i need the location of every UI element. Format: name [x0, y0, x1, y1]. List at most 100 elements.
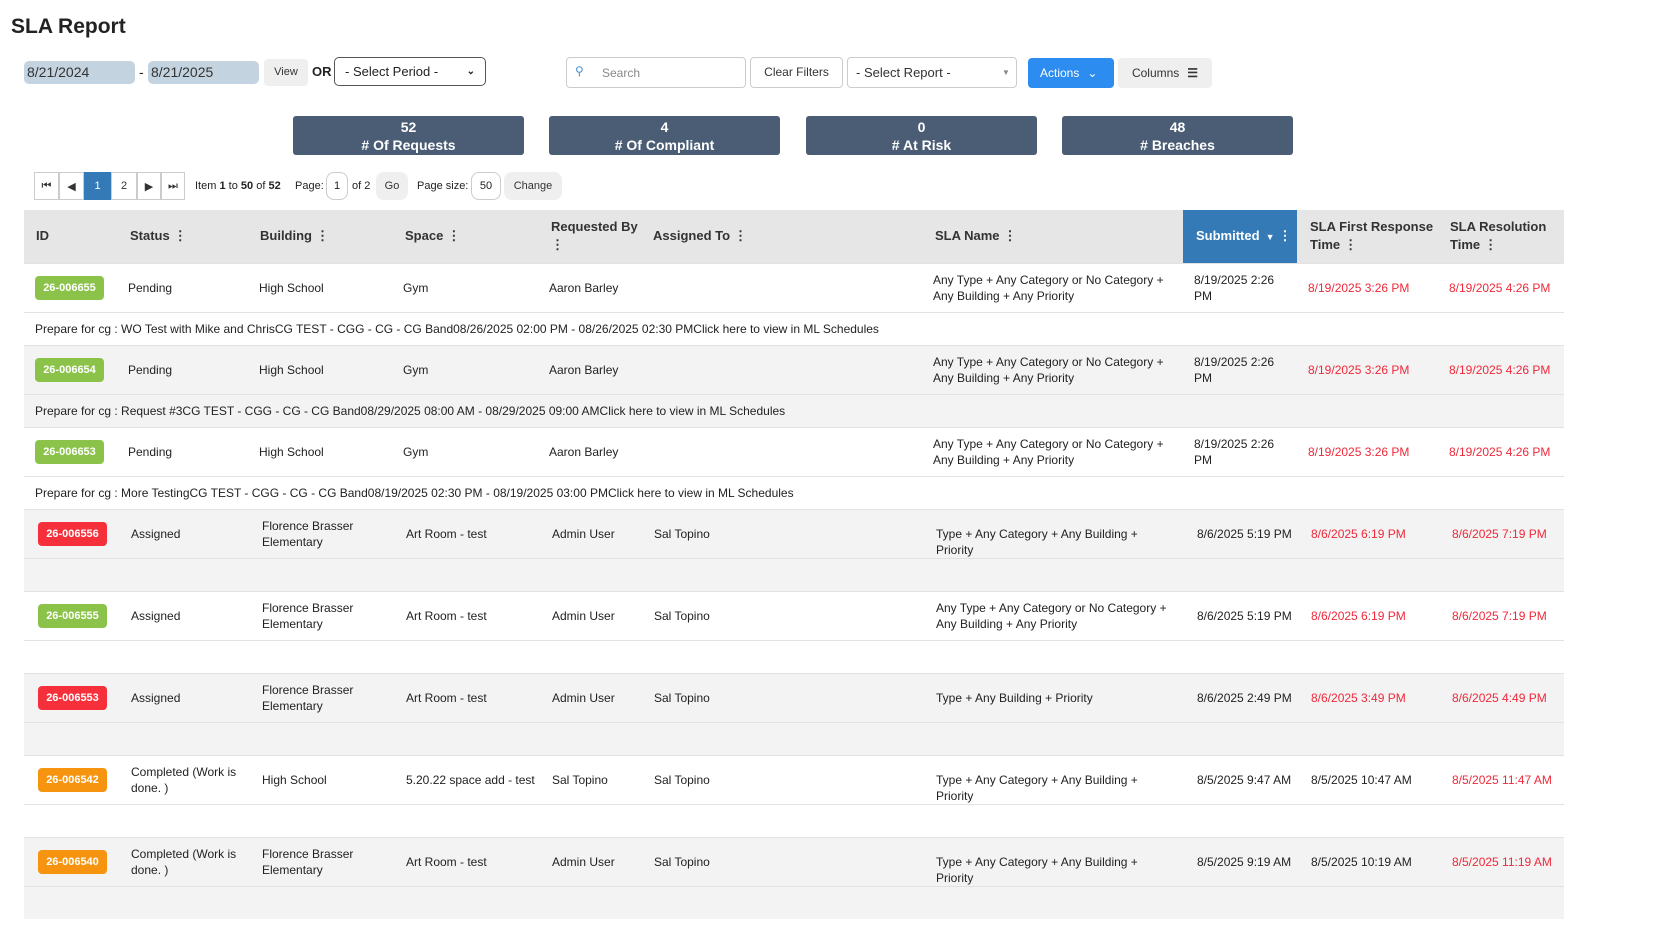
page-count: of 2: [352, 180, 370, 192]
requested-by-cell: Admin User: [552, 854, 615, 870]
period-select[interactable]: - Select Period -⌄: [334, 57, 486, 86]
first-response-cell: 8/19/2025 3:26 PM: [1308, 280, 1409, 296]
search-input[interactable]: ⚲ Search: [566, 57, 746, 88]
status-cell: Completed (Work is done. ): [131, 764, 241, 796]
date-from-input[interactable]: 8/21/2024: [24, 61, 135, 84]
request-id-badge[interactable]: 26-006542: [38, 768, 107, 792]
page-size-input[interactable]: 50: [471, 172, 501, 200]
stat-label: # Breaches: [1062, 136, 1293, 154]
submitted-cell: 8/6/2025 5:19 PM: [1197, 608, 1307, 624]
resolution-cell: 8/6/2025 7:19 PM: [1452, 608, 1547, 624]
table-row[interactable]: 26-006555 Assigned Florence Brasser Elem…: [24, 591, 1564, 673]
stat-value: 4: [549, 118, 780, 136]
building-cell: High School: [259, 444, 369, 460]
col-first-response[interactable]: SLA First Response Time⋮: [1310, 218, 1440, 254]
col-id[interactable]: ID: [36, 227, 49, 245]
assigned-to-cell: Sal Topino: [654, 772, 710, 788]
stat-card: 0# At Risk: [806, 116, 1037, 155]
status-cell: Assigned: [131, 608, 241, 624]
col-sla-name[interactable]: SLA Name⋮: [935, 227, 1017, 245]
space-cell: Gym: [403, 362, 428, 378]
page-input[interactable]: 1: [326, 172, 348, 200]
period-select-value: - Select Period -: [345, 64, 438, 79]
building-cell: Florence Brasser Elementary: [262, 518, 372, 550]
first-response-cell: 8/19/2025 3:26 PM: [1308, 362, 1409, 378]
schedule-note[interactable]: Prepare for cg : WO Test with Mike and C…: [35, 321, 879, 337]
resolution-cell: 8/6/2025 7:19 PM: [1452, 526, 1547, 542]
first-page-button[interactable]: ⏮: [34, 172, 59, 200]
last-page-button[interactable]: ⏭: [161, 172, 185, 200]
submitted-cell: 8/19/2025 2:26 PM: [1194, 354, 1284, 386]
resolution-cell: 8/5/2025 11:47 AM: [1452, 772, 1552, 788]
building-cell: Florence Brasser Elementary: [262, 846, 372, 878]
stat-label: # Of Compliant: [549, 136, 780, 154]
kebab-icon: ⋮: [1278, 228, 1291, 243]
report-select[interactable]: - Select Report - ▼: [847, 57, 1017, 88]
col-space[interactable]: Space⋮: [405, 227, 460, 245]
table-row[interactable]: 26-006556 Assigned Florence Brasser Elem…: [24, 509, 1564, 591]
table-row[interactable]: 26-006540 Completed (Work is done. ) Flo…: [24, 837, 1564, 919]
status-cell: Pending: [128, 444, 238, 460]
assigned-to-cell: Sal Topino: [654, 526, 710, 542]
request-id-badge[interactable]: 26-006654: [35, 358, 104, 382]
table-row[interactable]: 26-006655 Pending High School Gym Aaron …: [24, 263, 1564, 345]
requested-by-cell: Sal Topino: [552, 772, 608, 788]
clear-filters-button[interactable]: Clear Filters: [750, 57, 843, 88]
request-id-badge[interactable]: 26-006556: [38, 522, 107, 546]
col-resolution[interactable]: SLA Resolution Time⋮: [1450, 218, 1550, 254]
stat-label: # Of Requests: [293, 136, 524, 154]
request-id-badge[interactable]: 26-006653: [35, 440, 104, 464]
space-cell: Art Room - test: [406, 854, 487, 870]
table-row[interactable]: 26-006654 Pending High School Gym Aaron …: [24, 345, 1564, 427]
view-button[interactable]: View: [264, 59, 308, 86]
menu-icon: ☰: [1187, 66, 1198, 80]
building-cell: Florence Brasser Elementary: [262, 600, 372, 632]
col-status[interactable]: Status⋮: [130, 227, 187, 245]
next-page-button[interactable]: ▶: [137, 172, 161, 200]
date-to-input[interactable]: 8/21/2025: [148, 61, 259, 84]
first-response-cell: 8/19/2025 3:26 PM: [1308, 444, 1409, 460]
go-button[interactable]: Go: [376, 172, 408, 200]
space-cell: Gym: [403, 280, 428, 296]
page-2-button[interactable]: 2: [111, 172, 137, 200]
col-building[interactable]: Building⋮: [260, 227, 329, 245]
submitted-cell: 8/6/2025 2:49 PM: [1197, 690, 1307, 706]
page-size-label: Page size:: [417, 180, 468, 192]
space-cell: Gym: [403, 444, 428, 460]
building-cell: High School: [262, 772, 372, 788]
table-row[interactable]: 26-006553 Assigned Florence Brasser Elem…: [24, 673, 1564, 755]
request-id-badge[interactable]: 26-006655: [35, 276, 104, 300]
prev-page-button[interactable]: ◀: [59, 172, 84, 200]
sla-name-cell: Type + Any Category + Any Building + Pri…: [936, 526, 1176, 558]
col-assigned-to[interactable]: Assigned To⋮: [653, 227, 747, 245]
chevron-down-icon: ⌄: [1087, 66, 1097, 80]
table-row[interactable]: 26-006653 Pending High School Gym Aaron …: [24, 427, 1564, 509]
space-cell: 5.20.22 space add - test: [406, 772, 535, 788]
col-requested-by[interactable]: Requested By⋮: [551, 218, 646, 254]
page-1-button[interactable]: 1: [84, 172, 111, 200]
resolution-cell: 8/19/2025 4:26 PM: [1449, 280, 1550, 296]
request-id-badge[interactable]: 26-006555: [38, 604, 107, 628]
or-label: OR: [312, 64, 332, 79]
sla-name-cell: Any Type + Any Category or No Category +…: [933, 272, 1173, 304]
table-row[interactable]: 26-006542 Completed (Work is done. ) Hig…: [24, 755, 1564, 837]
requested-by-cell: Aaron Barley: [549, 280, 618, 296]
schedule-note[interactable]: Prepare for cg : More TestingCG TEST - C…: [35, 485, 794, 501]
page-label: Page:: [295, 180, 324, 192]
requested-by-cell: Aaron Barley: [549, 362, 618, 378]
kebab-icon: ⋮: [447, 228, 460, 243]
assigned-to-cell: Sal Topino: [654, 690, 710, 706]
submitted-cell: 8/5/2025 9:47 AM: [1197, 772, 1307, 788]
request-id-badge[interactable]: 26-006553: [38, 686, 107, 710]
col-submitted[interactable]: Submitted▼⋮: [1183, 210, 1297, 263]
assigned-to-cell: Sal Topino: [654, 608, 710, 624]
schedule-note[interactable]: Prepare for cg : Request #3CG TEST - CGG…: [35, 403, 785, 419]
submitted-cell: 8/19/2025 2:26 PM: [1194, 436, 1284, 468]
change-button[interactable]: Change: [504, 172, 562, 200]
stat-value: 0: [806, 118, 1037, 136]
columns-button[interactable]: Columns☰: [1118, 58, 1212, 88]
request-id-badge[interactable]: 26-006540: [38, 850, 107, 874]
pagination: ⏮ ◀ 1 2 ▶ ⏭: [34, 172, 185, 200]
actions-button[interactable]: Actions⌄: [1028, 58, 1114, 88]
resolution-cell: 8/6/2025 4:49 PM: [1452, 690, 1547, 706]
